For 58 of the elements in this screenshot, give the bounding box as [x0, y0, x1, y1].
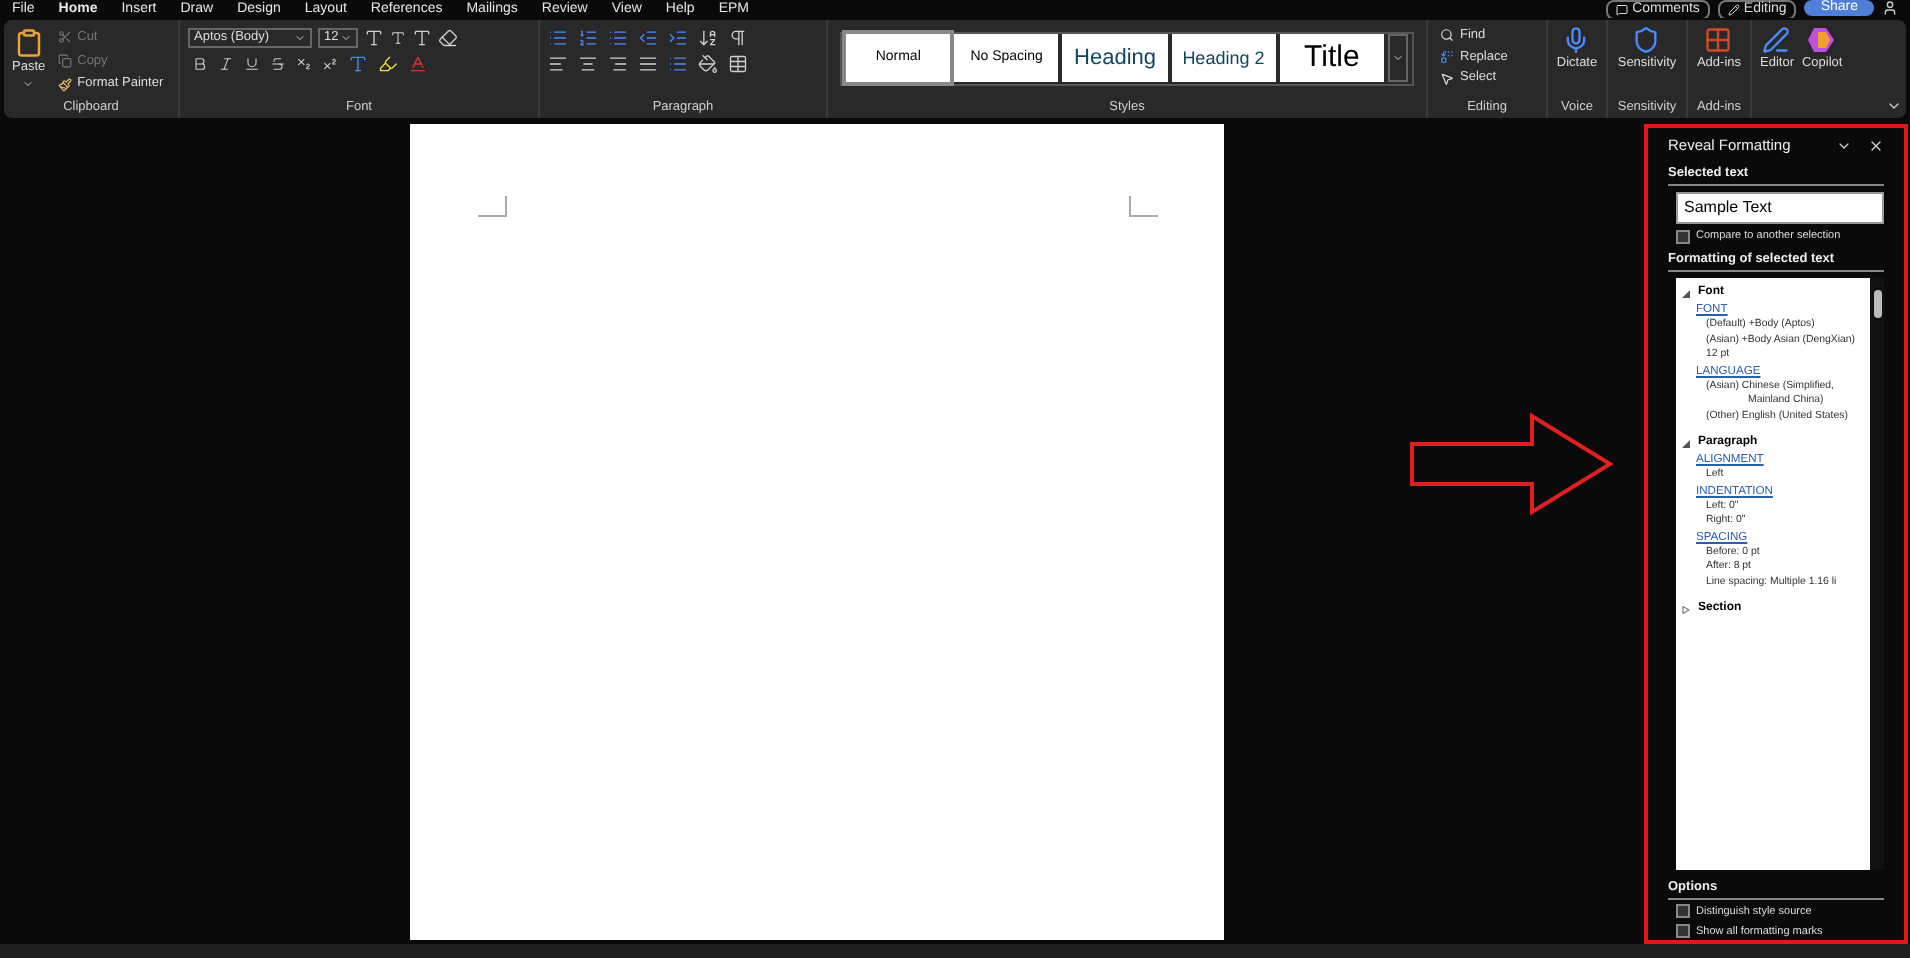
- text-effects-icon[interactable]: [348, 53, 368, 74]
- checkbox[interactable]: [1676, 229, 1690, 244]
- selected-text-field[interactable]: Sample Text: [1676, 192, 1884, 225]
- scrollbar[interactable]: [1870, 278, 1884, 870]
- chevron-down-icon: [22, 77, 35, 90]
- checkbox[interactable]: [1676, 924, 1690, 939]
- strikethrough-icon[interactable]: [270, 55, 286, 72]
- style-tile[interactable]: Title: [1279, 34, 1385, 83]
- subscript-icon[interactable]: [296, 55, 312, 72]
- chevron-down-icon: [1392, 52, 1405, 65]
- superscript-icon[interactable]: [322, 55, 338, 72]
- clipboard-icon: [13, 27, 44, 58]
- shield-icon: [1632, 25, 1661, 54]
- styles-more-button[interactable]: [1388, 34, 1409, 83]
- expanded-triangle-icon[interactable]: [1682, 289, 1690, 298]
- comment-icon: [1616, 3, 1629, 16]
- checkbox[interactable]: [1676, 904, 1690, 919]
- numbering-icon[interactable]: [578, 27, 598, 48]
- font-color-icon[interactable]: [408, 53, 428, 74]
- underline-icon[interactable]: [244, 55, 260, 72]
- pen-icon: [1762, 25, 1791, 54]
- search-icon: [1440, 28, 1454, 43]
- decrease-indent-icon[interactable]: [638, 27, 658, 48]
- bold-icon[interactable]: [192, 55, 208, 72]
- multilevel-list-icon[interactable]: [608, 27, 628, 48]
- copilot-icon: [1808, 25, 1837, 54]
- pointer-icon: [1440, 71, 1454, 86]
- pilcrow-icon[interactable]: [728, 27, 748, 48]
- collapsed-triangle-icon[interactable]: [1682, 605, 1690, 614]
- style-tile[interactable]: Heading 2: [1171, 34, 1276, 83]
- align-right-icon[interactable]: [608, 53, 628, 74]
- person-icon[interactable]: [1882, 0, 1898, 16]
- italic-icon[interactable]: [218, 55, 234, 72]
- chevron-down-icon: [294, 31, 306, 44]
- clear-formatting-icon[interactable]: [438, 27, 458, 48]
- line-spacing-icon[interactable]: [668, 53, 688, 74]
- paintbrush-icon: [57, 77, 72, 92]
- justify-icon[interactable]: [638, 53, 658, 74]
- grid-icon: [1704, 25, 1733, 54]
- shading-icon[interactable]: [698, 53, 718, 74]
- pencil-icon: [1727, 3, 1740, 16]
- sort-icon[interactable]: [698, 27, 718, 48]
- shrink-font-icon[interactable]: [390, 29, 406, 46]
- close-icon[interactable]: [1868, 137, 1884, 154]
- grow-font-icon[interactable]: [364, 27, 384, 48]
- highlighter-icon[interactable]: [378, 53, 398, 74]
- copy-icon: [57, 53, 72, 68]
- expanded-triangle-icon[interactable]: [1682, 439, 1690, 448]
- microphone-icon: [1562, 25, 1591, 54]
- scissors-icon: [57, 30, 72, 45]
- chevron-down-icon: [340, 31, 352, 44]
- style-tile[interactable]: Heading: [1062, 34, 1168, 83]
- align-left-icon[interactable]: [548, 53, 568, 74]
- align-center-icon[interactable]: [578, 53, 598, 74]
- borders-icon[interactable]: [728, 53, 748, 74]
- increase-indent-icon[interactable]: [668, 27, 688, 48]
- change-case-icon[interactable]: [412, 27, 432, 48]
- bullets-icon[interactable]: [548, 27, 568, 48]
